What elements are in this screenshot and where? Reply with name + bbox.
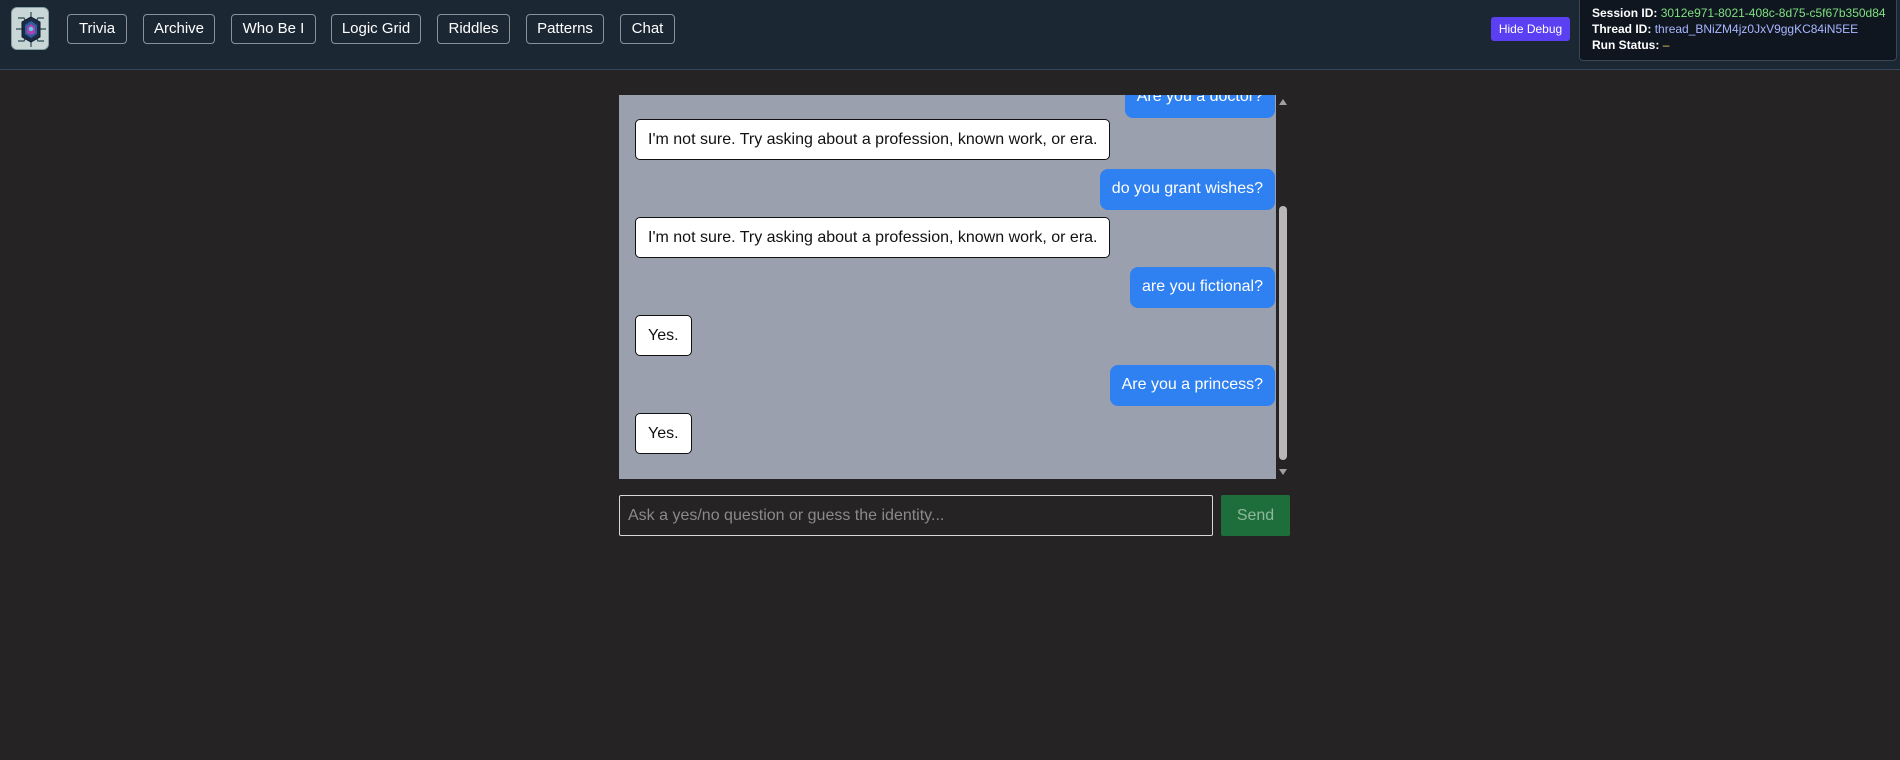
nav-logic-grid[interactable]: Logic Grid: [331, 14, 421, 44]
debug-panel: Session ID: 3012e971-8021-408c-8d75-c5f6…: [1579, 0, 1897, 61]
question-input[interactable]: [619, 495, 1213, 536]
nav-riddles[interactable]: Riddles: [437, 14, 510, 44]
send-button[interactable]: Send: [1221, 495, 1290, 536]
chat-transcript[interactable]: Are you a doctor? I'm not sure. Try aski…: [619, 95, 1290, 479]
scroll-thumb[interactable]: [1279, 206, 1287, 460]
run-status-label: Run Status:: [1592, 38, 1660, 52]
thread-id-value: thread_BNiZM4jz0JxV9ggKC84iN5EE: [1654, 22, 1859, 36]
chat-message-bot: I'm not sure. Try asking about a profess…: [635, 217, 1111, 258]
chat-message-user: do you grant wishes?: [1099, 169, 1275, 210]
nav-chat[interactable]: Chat: [620, 14, 675, 44]
circuit-brain-logo-icon: [12, 8, 48, 49]
thread-id-label: Thread ID:: [1592, 22, 1652, 36]
nav-who-be-i[interactable]: Who Be I: [231, 14, 316, 44]
nav-archive[interactable]: Archive: [143, 14, 215, 44]
chat-message-bot: Yes.: [635, 413, 692, 454]
debug-thread-row: Thread ID: thread_BNiZM4jz0JxV9ggKC84iN5…: [1592, 21, 1896, 37]
chat-scrollbar[interactable]: [1276, 95, 1290, 479]
chat-message-bot: I'm not sure. Try asking about a profess…: [635, 119, 1111, 160]
chat-message-bot: Yes.: [635, 315, 692, 356]
chat-message-user: Are you a princess?: [1109, 365, 1275, 406]
chat-message-user: are you fictional?: [1130, 267, 1275, 308]
nav-trivia[interactable]: Trivia: [67, 14, 127, 44]
top-navbar: Trivia Archive Who Be I Logic Grid Riddl…: [0, 0, 1900, 70]
scroll-up-icon[interactable]: [1279, 99, 1287, 105]
run-status-value: –: [1662, 38, 1670, 52]
app-logo[interactable]: [11, 7, 49, 50]
hide-debug-button[interactable]: Hide Debug: [1491, 17, 1570, 41]
debug-session-row: Session ID: 3012e971-8021-408c-8d75-c5f6…: [1592, 5, 1896, 21]
scroll-down-icon[interactable]: [1279, 469, 1287, 475]
debug-status-row: Run Status: –: [1592, 37, 1896, 53]
session-id-value: 3012e971-8021-408c-8d75-c5f67b350d84: [1660, 6, 1886, 20]
nav-patterns[interactable]: Patterns: [526, 14, 604, 44]
chat-message-user: Are you a doctor?: [1124, 95, 1275, 118]
session-id-label: Session ID:: [1592, 6, 1658, 20]
